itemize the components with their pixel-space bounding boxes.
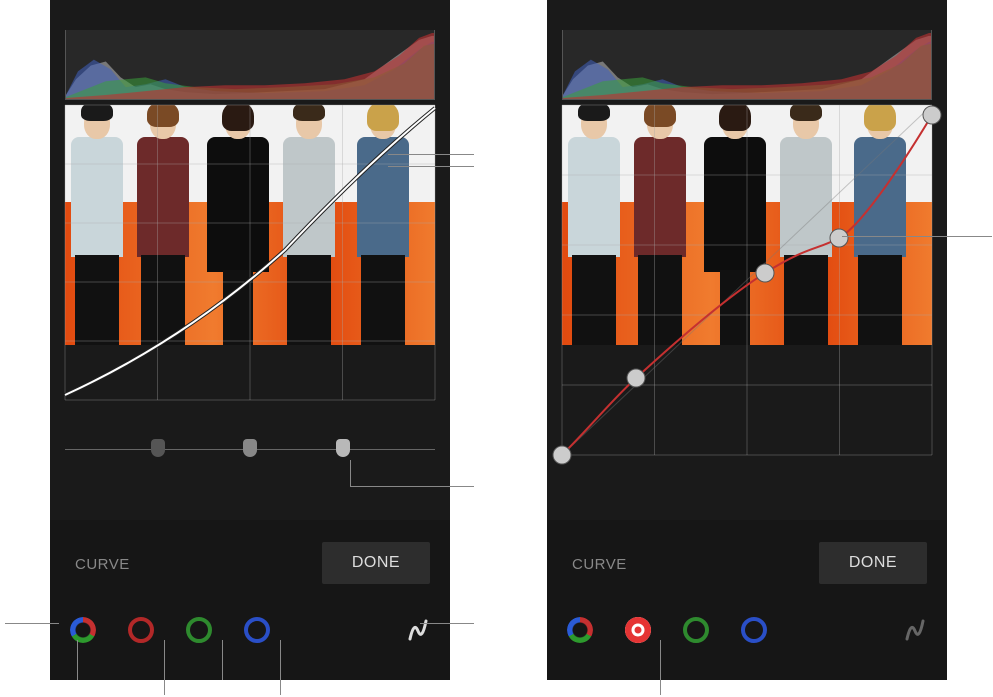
curve-point[interactable] <box>627 369 645 387</box>
histogram <box>562 30 932 100</box>
red-channel-button[interactable] <box>128 617 154 643</box>
shadows-split-handle[interactable] <box>151 439 165 457</box>
green-channel-button[interactable] <box>186 617 212 643</box>
callout-leader <box>5 623 59 624</box>
curve-section-label: CURVE <box>75 556 130 573</box>
photo-subject <box>704 107 766 345</box>
blue-channel-button[interactable] <box>741 617 767 643</box>
photo-subject <box>71 107 123 345</box>
channel-selector-row <box>70 610 430 650</box>
curve-footer: CURVE DONE <box>547 520 947 680</box>
callout-leader <box>388 154 474 155</box>
callout-leader <box>280 640 281 695</box>
photo-subject <box>283 107 335 345</box>
green-channel-button[interactable] <box>683 617 709 643</box>
callout-leader <box>164 640 165 695</box>
curve-point[interactable] <box>553 446 571 464</box>
done-button[interactable]: DONE <box>819 542 927 584</box>
callout-leader <box>222 640 223 680</box>
parametric-region-sliders[interactable] <box>65 435 435 465</box>
midtones-split-handle[interactable] <box>243 439 257 457</box>
photo-subject <box>137 107 189 345</box>
callout-leader <box>350 486 474 487</box>
rgb-channel-button[interactable] <box>70 617 96 643</box>
point-curve-mode-button[interactable] <box>404 617 430 643</box>
photo-subject <box>634 107 686 345</box>
callout-leader <box>660 640 661 695</box>
callout-leader <box>420 623 474 624</box>
done-button[interactable]: DONE <box>322 542 430 584</box>
blue-channel-button[interactable] <box>244 617 270 643</box>
photo-subject <box>207 107 269 345</box>
photo-subject <box>568 107 620 345</box>
photo-subject <box>357 107 409 345</box>
channel-selector-row <box>567 610 927 650</box>
photo-subject <box>854 107 906 345</box>
curve-section-label: CURVE <box>572 556 627 573</box>
callout-leader <box>842 236 992 237</box>
done-button-label: DONE <box>849 554 897 572</box>
photo-preview <box>65 105 435 345</box>
curve-footer: CURVE DONE <box>50 520 450 680</box>
curve-panel-parametric: CURVE DONE <box>50 0 450 680</box>
point-curve-mode-button[interactable] <box>901 617 927 643</box>
red-channel-button[interactable] <box>625 617 651 643</box>
histogram-svg <box>66 30 434 99</box>
curve-panel-point: CURVE DONE <box>547 0 947 680</box>
callout-leader <box>388 166 474 167</box>
photo-preview <box>562 105 932 345</box>
photo-subject <box>780 107 832 345</box>
rgb-channel-button[interactable] <box>567 617 593 643</box>
callout-leader <box>350 460 351 486</box>
callout-leader <box>77 640 78 680</box>
done-button-label: DONE <box>352 554 400 572</box>
histogram <box>65 30 435 100</box>
highlights-split-handle[interactable] <box>336 439 350 457</box>
